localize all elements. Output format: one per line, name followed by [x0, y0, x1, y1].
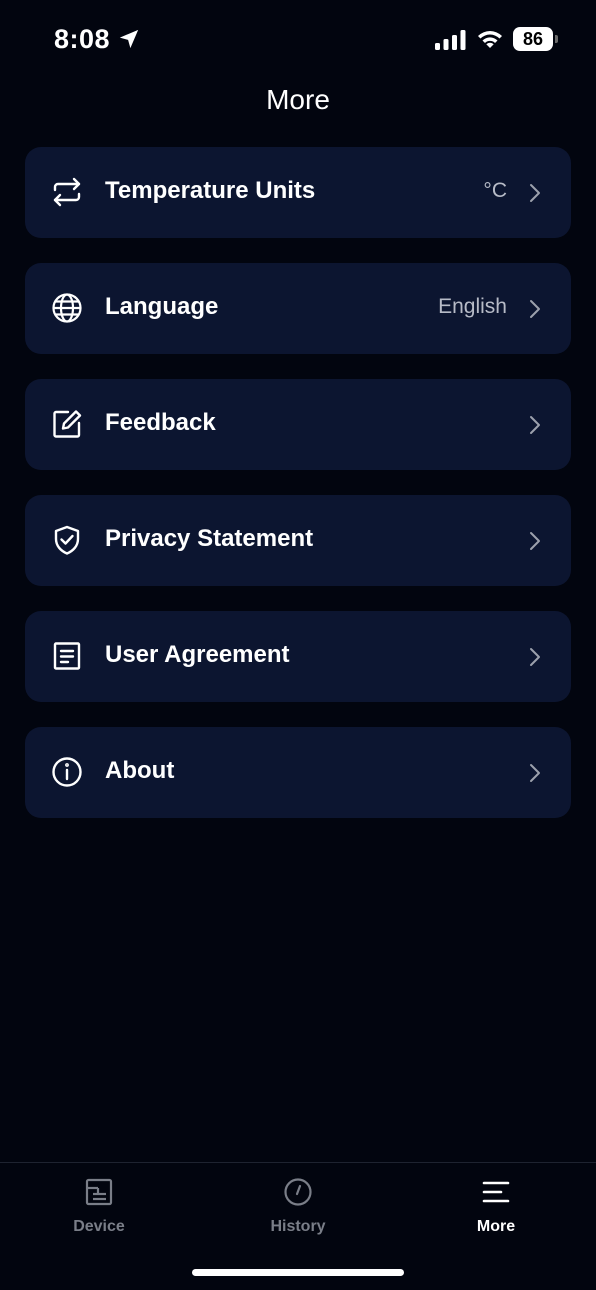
battery-tip [555, 35, 558, 43]
shield-check-icon [54, 525, 80, 555]
wifi-icon [478, 31, 502, 48]
menu-item-label: User Agreement [105, 641, 290, 668]
menu-item-temperature-units[interactable]: Temperature Units °C [25, 147, 571, 238]
home-indicator[interactable] [192, 1269, 404, 1276]
menu-item-user-agreement[interactable]: User Agreement [25, 611, 571, 702]
language-value: English [438, 295, 507, 318]
status-time: 8:08 [54, 24, 111, 54]
more-screen: 8:08 86 More Temperature Units °C Langua… [0, 0, 596, 1290]
battery-indicator: 86 [513, 27, 553, 51]
tab-label: History [270, 1218, 326, 1235]
swap-arrows-icon [53, 177, 81, 207]
chevron-right-icon [530, 184, 540, 202]
menu-item-label: Language [105, 293, 219, 320]
info-icon [52, 757, 82, 787]
edit-icon [53, 410, 82, 438]
menu-item-label: Temperature Units [105, 177, 316, 204]
cellular-signal-icon [435, 30, 466, 50]
chevron-right-icon [530, 300, 540, 318]
location-arrow-icon [119, 29, 139, 49]
menu-item-label: Privacy Statement [105, 525, 314, 552]
chevron-right-icon [530, 416, 540, 434]
menu-icon [482, 1181, 510, 1203]
menu-item-label: About [105, 757, 175, 784]
tab-label: Device [73, 1218, 125, 1235]
tab-history[interactable]: History [238, 1177, 358, 1257]
temperature-unit-value: °C [483, 179, 507, 202]
chevron-right-icon [530, 648, 540, 666]
page-title: More [266, 84, 330, 115]
clock-icon [284, 1178, 312, 1206]
chevron-right-icon [530, 764, 540, 782]
document-icon [53, 642, 81, 670]
tab-more[interactable]: More [436, 1177, 556, 1257]
tab-label: More [476, 1218, 516, 1235]
status-bar: 8:08 86 [0, 0, 596, 80]
chevron-right-icon [530, 532, 540, 550]
menu-item-feedback[interactable]: Feedback [25, 379, 571, 470]
menu-item-language[interactable]: Language English [25, 263, 571, 354]
menu-item-privacy-statement[interactable]: Privacy Statement [25, 495, 571, 586]
device-icon [85, 1178, 113, 1206]
tab-device[interactable]: Device [39, 1177, 159, 1257]
menu-list: Temperature Units °C Language English Fe… [25, 147, 571, 843]
menu-item-about[interactable]: About [25, 727, 571, 818]
menu-item-label: Feedback [105, 409, 216, 436]
globe-icon [52, 293, 82, 323]
